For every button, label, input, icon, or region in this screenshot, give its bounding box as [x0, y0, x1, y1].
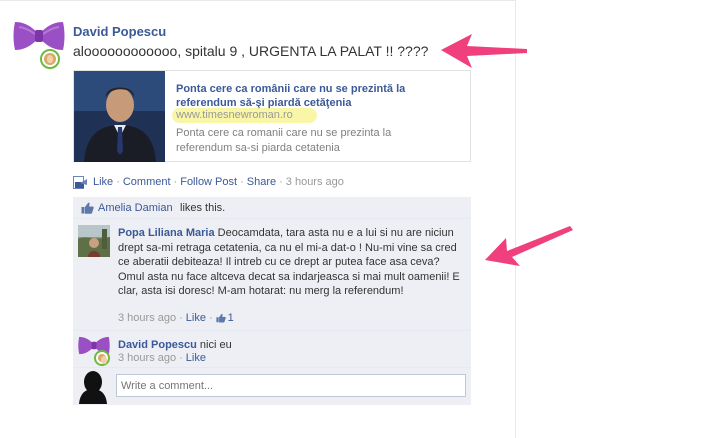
commenter-avatar[interactable] [78, 225, 110, 257]
annotation-arrow [485, 226, 573, 266]
share-icon [73, 175, 87, 189]
post-author[interactable]: David Popescu [73, 24, 166, 39]
post-message: aloooooooooooo, spitalu 9 , URGENTA LA P… [73, 43, 429, 59]
like-link[interactable]: Like [93, 176, 113, 188]
comment-item: David Popescu nici eu 3 hours ago · Like [73, 331, 471, 368]
user-silhouette-avatar [77, 370, 109, 404]
comment-input[interactable] [116, 374, 466, 397]
post-timestamp[interactable]: 3 hours ago [286, 176, 344, 188]
comment-item: Popa Liliana Maria Deocamdata, tara asta… [73, 219, 471, 331]
share-link[interactable]: Share [247, 176, 276, 188]
comment-meta: 3 hours ago · Like · 1 [118, 312, 234, 324]
post-actions: Like · Comment · Follow Post · Share · 3… [73, 175, 344, 189]
profile-badge [40, 49, 60, 69]
comment-like-link[interactable]: Like [186, 352, 206, 364]
comment-like-count[interactable]: 1 [228, 312, 234, 324]
comment-timestamp[interactable]: 3 hours ago [118, 352, 176, 364]
shared-link-description: Ponta cere ca romanii care nu se prezint… [176, 127, 392, 154]
comment-text: nici eu [199, 339, 232, 351]
comment-body: Popa Liliana Maria Deocamdata, tara asta… [118, 226, 463, 299]
shared-link-card[interactable]: Ponta cere ca românii care nu se prezint… [73, 70, 471, 162]
likes-sentence: Amelia Damian likes this. [73, 197, 471, 219]
liker-name[interactable]: Amelia Damian [98, 202, 173, 214]
profile-badge [94, 350, 110, 366]
annotation-arrow [441, 34, 527, 68]
write-comment-row [73, 368, 471, 405]
comment-author[interactable]: David Popescu [118, 339, 197, 351]
comment-author[interactable]: Popa Liliana Maria [118, 227, 215, 239]
comment-meta: 3 hours ago · Like [118, 352, 206, 364]
comment-timestamp[interactable]: 3 hours ago [118, 312, 176, 324]
article-thumbnail[interactable] [74, 71, 165, 162]
shared-link-title[interactable]: Ponta cere ca românii care nu se prezint… [176, 82, 456, 110]
comment-body: David Popescu nici eu [118, 338, 463, 353]
bowtie-avatar[interactable] [13, 19, 65, 53]
shared-link-url[interactable]: www.timesnewroman.ro [176, 109, 293, 121]
follow-post-link[interactable]: Follow Post [180, 176, 237, 188]
politician-photo [74, 71, 165, 162]
comment-like-link[interactable]: Like [186, 312, 206, 324]
thumbs-up-icon [216, 313, 226, 323]
thumbs-up-icon [81, 202, 94, 214]
comments-panel: Amelia Damian likes this. Popa Liliana M… [73, 197, 471, 405]
feed-top-border [0, 0, 515, 1]
likes-text: likes this. [180, 202, 226, 214]
comment-link[interactable]: Comment [123, 176, 171, 188]
